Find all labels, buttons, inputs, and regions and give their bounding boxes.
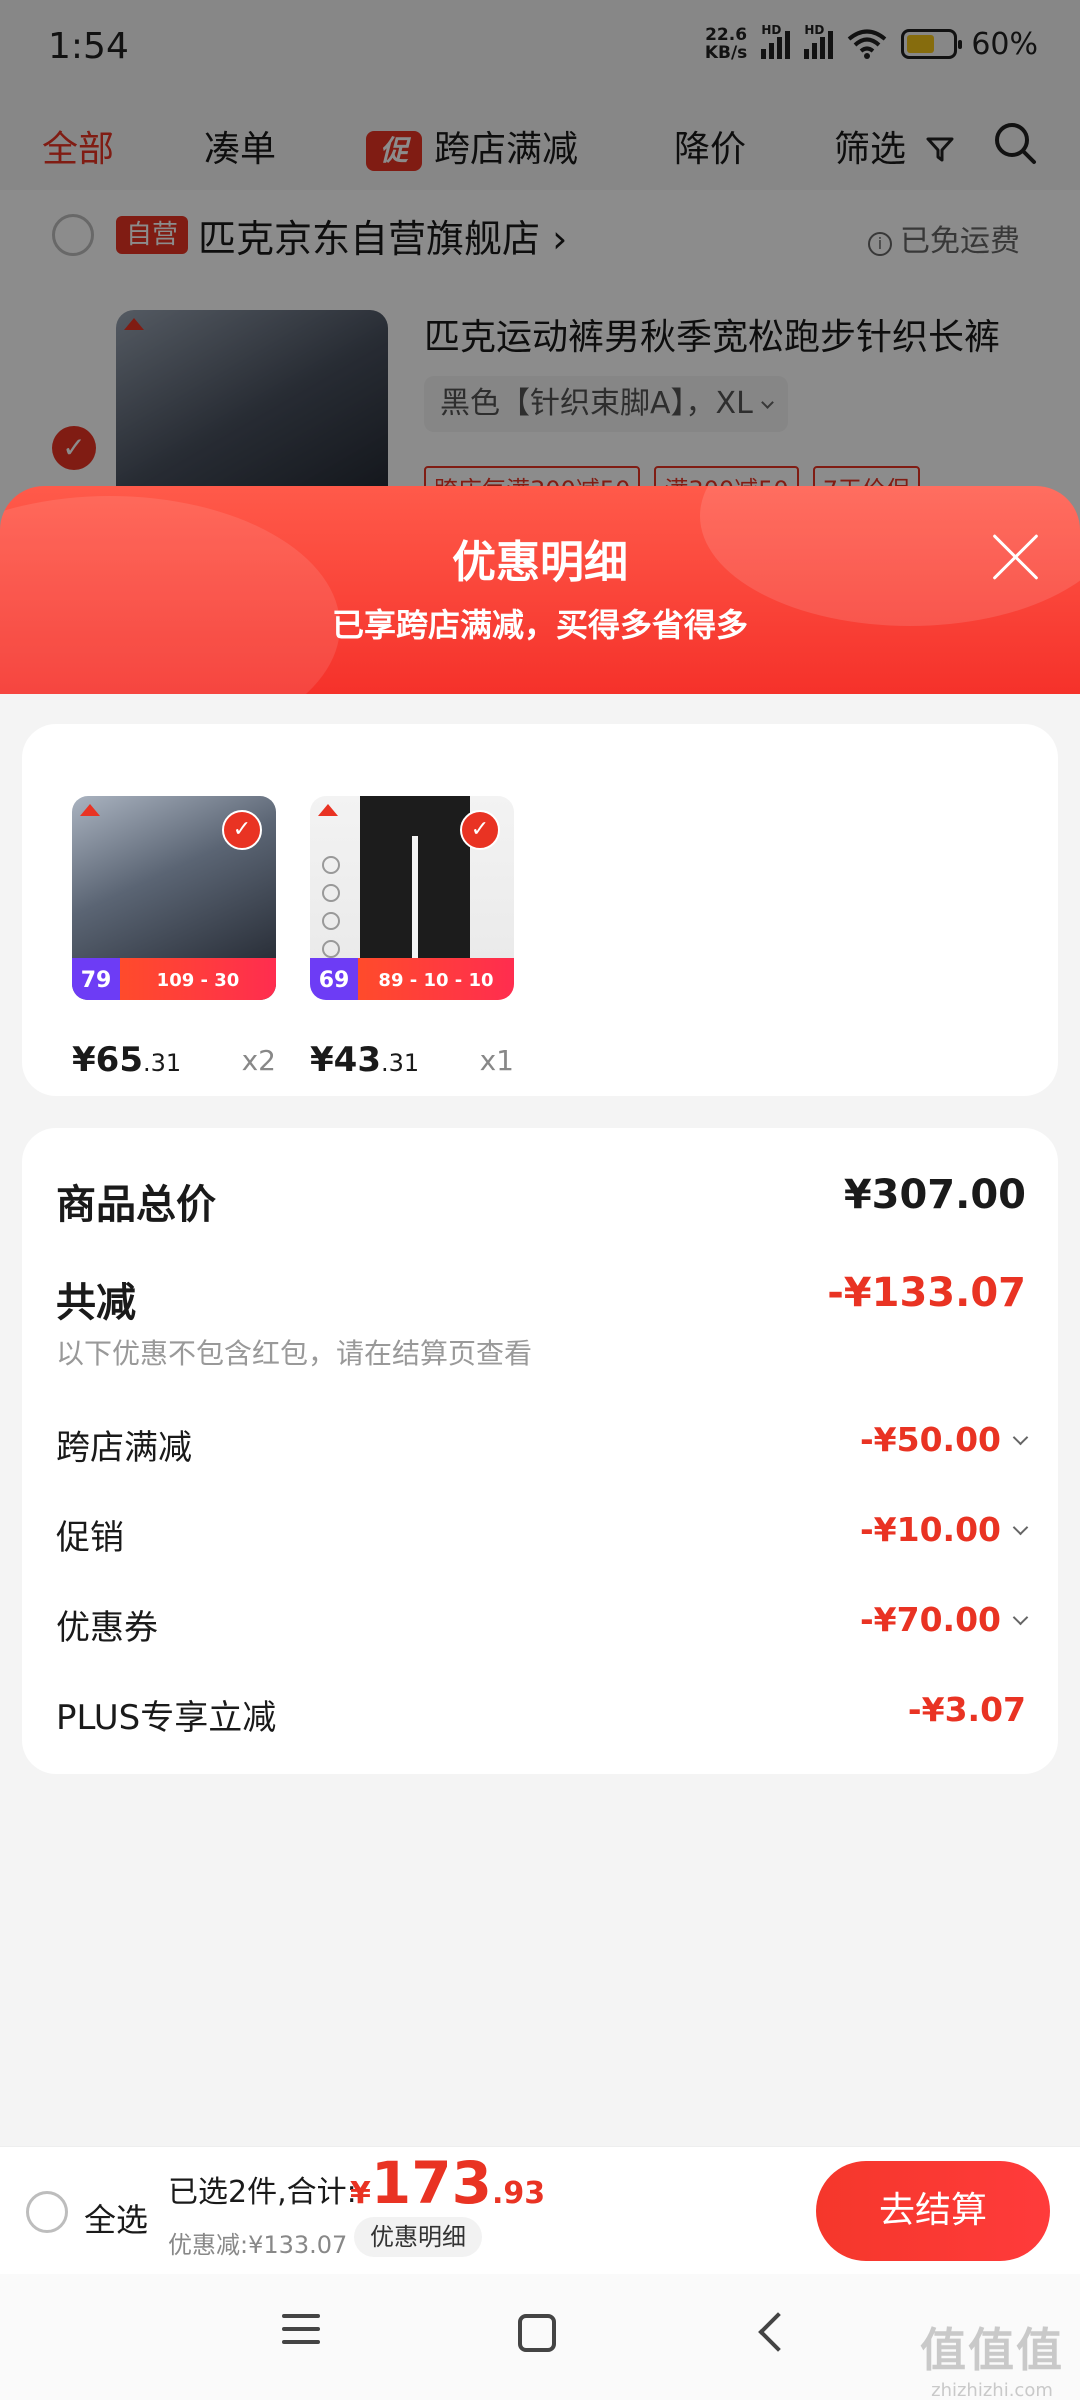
back-icon[interactable] [758, 2312, 798, 2352]
discount-sheet-header: 优惠明细 已享跨店满减，买得多省得多 [0, 486, 1080, 696]
chevron-down-icon [1012, 1429, 1029, 1446]
brand-logo-icon [318, 804, 338, 818]
selected-items-card: ✓ 79 109 - 30 ¥65.31 x2 ✓ 69 89 - 10 - 1… [22, 724, 1058, 1096]
item-quantity: x2 [241, 1044, 276, 1077]
total-reduction-value: -¥133.07 [827, 1270, 1026, 1316]
price-strip: 79 109 - 30 [72, 958, 276, 1000]
item-checked-icon: ✓ [460, 810, 500, 850]
checkout-total: ¥173.93 [350, 2149, 546, 2217]
item-price: ¥43.31 [310, 1040, 420, 1080]
price-summary-card: 商品总价 ¥307.00 共减 -¥133.07 以下优惠不包含红包，请在结算页… [22, 1128, 1058, 1774]
watermark: 值值值 zhizhizhi.com [920, 2323, 1064, 2400]
total-reduction-row: 共减 -¥133.07 以下优惠不包含红包，请在结算页查看 [56, 1270, 1026, 1380]
selected-item[interactable]: ✓ 69 89 - 10 - 10 ¥43.31 x1 [310, 796, 514, 1080]
item-price: ¥65.31 [72, 1040, 182, 1080]
system-nav-bar: 值值值 zhizhizhi.com [0, 2274, 1080, 2400]
feature-icons [322, 856, 350, 968]
discount-line-plus: PLUS专享立减 -¥3.07 [56, 1690, 1026, 1738]
checkout-bar: 全选 已选2件,合计: ¥173.93 优惠减:¥133.07 优惠明细 去结算 [0, 2146, 1080, 2274]
select-all-label[interactable]: 全选 [84, 2195, 148, 2241]
total-price-row: 商品总价 ¥307.00 [56, 1172, 1026, 1228]
discount-line-cross-store[interactable]: 跨店满减 -¥50.00 [56, 1420, 1029, 1470]
discount-sheet-body: ✓ 79 109 - 30 ¥65.31 x2 ✓ 69 89 - 10 - 1… [0, 694, 1080, 2146]
dim-overlay[interactable] [0, 0, 1080, 560]
total-price-value: ¥307.00 [843, 1172, 1026, 1218]
saved-amount: 优惠减:¥133.07 [168, 2231, 348, 2259]
checkout-button[interactable]: 去结算 [816, 2161, 1050, 2261]
chevron-down-icon [1012, 1519, 1029, 1536]
item-image: ✓ 69 89 - 10 - 10 [310, 796, 514, 1000]
close-icon[interactable] [988, 530, 1042, 584]
selected-count: 已选2件,合计: [168, 2175, 357, 2210]
home-icon[interactable] [518, 2314, 556, 2352]
price-strip: 69 89 - 10 - 10 [310, 958, 514, 1000]
sheet-title: 优惠明细 [452, 537, 628, 588]
sheet-subtitle: 已享跨店满减，买得多省得多 [331, 606, 748, 644]
reduction-note: 以下优惠不包含红包，请在结算页查看 [56, 1337, 533, 1370]
selected-item[interactable]: ✓ 79 109 - 30 ¥65.31 x2 [72, 796, 276, 1080]
chevron-down-icon [1012, 1609, 1029, 1626]
item-checked-icon: ✓ [222, 810, 262, 850]
discount-line-promotion[interactable]: 促销 -¥10.00 [56, 1510, 1029, 1560]
cart-page-background: 1:54 22.6 KB/s HD HD 60% 全部 凑单 促 跨店满减 降价… [0, 0, 1080, 560]
discount-line-coupon[interactable]: 优惠券 -¥70.00 [56, 1600, 1029, 1650]
menu-icon[interactable] [282, 2314, 320, 2353]
discount-detail-button[interactable]: 优惠明细 [354, 2217, 482, 2257]
brand-logo-icon [80, 804, 100, 818]
item-quantity: x1 [479, 1044, 514, 1077]
total-reduction-label: 共减 [56, 1280, 136, 1326]
total-price-label: 商品总价 [56, 1182, 216, 1228]
item-image: ✓ 79 109 - 30 [72, 796, 276, 1000]
select-all-radio[interactable] [26, 2191, 68, 2233]
